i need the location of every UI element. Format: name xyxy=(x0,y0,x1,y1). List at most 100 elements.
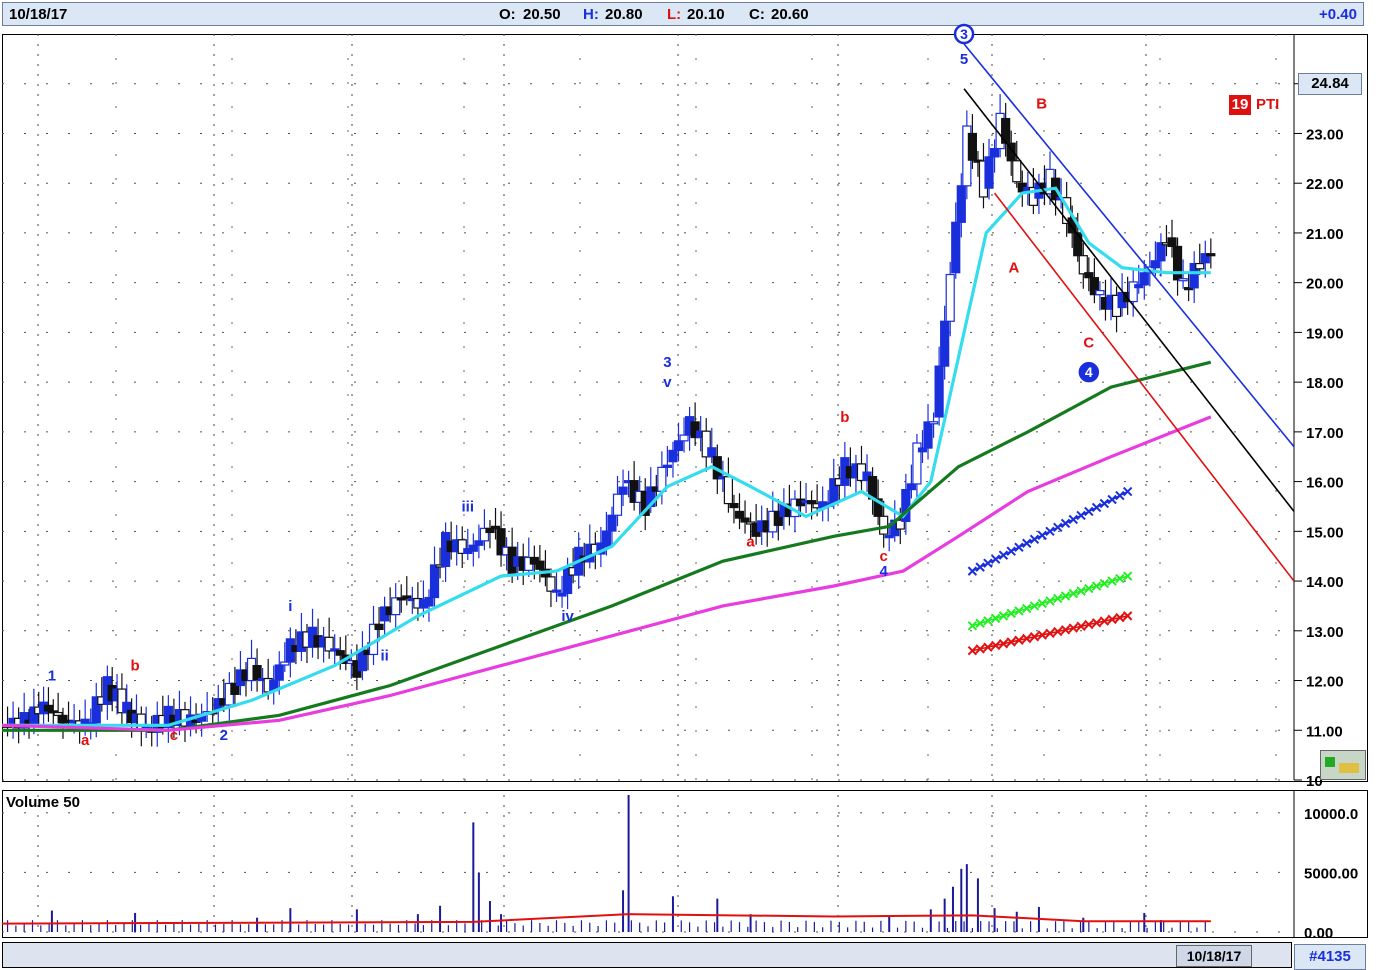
candle-body xyxy=(274,664,284,681)
projection-marker xyxy=(1115,573,1125,584)
candle-body xyxy=(984,156,994,189)
y-tick-label: 12.00 xyxy=(1306,674,1344,691)
candle-body xyxy=(1139,272,1149,286)
candle-body xyxy=(335,650,345,656)
projection-marker xyxy=(1107,576,1117,586)
projection-marker xyxy=(1068,588,1079,599)
wave-label: 3 xyxy=(663,354,671,371)
projection-marker xyxy=(1084,583,1094,594)
y-tick-label: 15.00 xyxy=(1306,524,1344,541)
y-tick-label: 13.00 xyxy=(1306,624,1344,641)
candle-body xyxy=(1206,253,1216,257)
y-tick-label: 20.00 xyxy=(1306,276,1344,293)
candle-body xyxy=(679,434,689,442)
channel-line-red xyxy=(993,192,1295,582)
projection-marker xyxy=(1037,530,1047,541)
projection-marker xyxy=(1122,486,1133,497)
candle-body xyxy=(424,596,434,607)
wave-label: v xyxy=(663,374,672,391)
projection-marker xyxy=(1053,522,1063,533)
projection-marker xyxy=(998,550,1009,560)
candle-body xyxy=(252,665,262,681)
projection-marker xyxy=(1091,502,1102,513)
candle-body xyxy=(967,132,977,161)
wave-label: A xyxy=(1009,260,1020,277)
wave-label: 2 xyxy=(220,727,228,744)
candle-body xyxy=(612,493,623,516)
candle-body xyxy=(934,365,944,418)
y-tick-label: 17.00 xyxy=(1306,425,1344,442)
projection-marker xyxy=(998,611,1009,621)
volume-tick-label: 5000.00 xyxy=(1304,865,1358,882)
y-tick-label: 11.00 xyxy=(1306,723,1343,740)
time-axis-bar xyxy=(2,942,1292,968)
candle-body xyxy=(668,449,678,463)
candle-body xyxy=(1073,232,1083,257)
projection-marker xyxy=(1006,608,1016,619)
candle-body xyxy=(618,486,628,495)
wave-label: C xyxy=(1083,334,1094,351)
candle-body xyxy=(1150,260,1160,269)
chart-thumbnail-icon[interactable] xyxy=(1320,750,1366,780)
candle-body xyxy=(906,483,916,491)
wave-label: 1 xyxy=(48,668,56,685)
projection-marker xyxy=(1076,510,1086,521)
projection-marker xyxy=(1060,591,1071,601)
projection-marker xyxy=(1022,603,1032,614)
projection-marker xyxy=(1115,490,1125,501)
y-tick-label: 22.00 xyxy=(1306,176,1344,193)
candle-body xyxy=(940,320,950,367)
projection-marker xyxy=(1037,598,1047,609)
y-tick-label: 14.00 xyxy=(1306,574,1344,591)
candle-body xyxy=(1178,278,1188,282)
projection-marker xyxy=(1006,546,1016,556)
candle-body xyxy=(546,576,556,592)
y-tick-label: 21.00 xyxy=(1306,226,1344,243)
wave-label: c xyxy=(170,727,178,744)
projection-marker xyxy=(975,618,985,629)
wave-label: ii xyxy=(380,648,388,665)
projection-marker xyxy=(1014,542,1024,552)
candle-body xyxy=(928,421,939,425)
candle-body xyxy=(468,544,478,552)
volume-tick-label: 10000.0 xyxy=(1304,806,1358,823)
candle-body xyxy=(945,273,955,322)
candle-body xyxy=(956,185,966,223)
projection-marker xyxy=(1045,526,1055,537)
candle-body xyxy=(734,510,745,519)
wave-label: 5 xyxy=(960,51,968,68)
wave-label: 4 xyxy=(879,563,888,580)
projection-marker xyxy=(1014,606,1024,616)
pti-value: 19 xyxy=(1229,95,1251,115)
candle-body xyxy=(535,560,545,570)
wave-label: i xyxy=(288,598,292,615)
candle-body xyxy=(1095,289,1105,296)
volume-tick-label: 0.00 xyxy=(1304,925,1333,942)
projection-marker xyxy=(975,562,985,572)
candle-body xyxy=(879,515,889,535)
projection-marker xyxy=(1084,506,1094,517)
candle-body xyxy=(662,464,673,468)
projection-marker xyxy=(990,554,1001,564)
circled-wave-label: 4 xyxy=(1085,364,1093,380)
candle-body xyxy=(729,502,739,509)
candle-body xyxy=(673,440,684,452)
candle-body xyxy=(707,447,717,458)
candle-body xyxy=(1078,255,1088,275)
projection-marker xyxy=(1029,601,1040,611)
projection-marker xyxy=(1060,518,1071,529)
wave-label: b xyxy=(840,409,849,426)
projection-marker xyxy=(1029,534,1040,544)
last-price-badge: 24.84 xyxy=(1298,73,1362,95)
projection-marker xyxy=(1107,494,1117,505)
candle-body xyxy=(374,623,384,631)
wave-label: iv xyxy=(561,608,574,625)
projection-marker xyxy=(1068,514,1079,525)
moving-average-slow xyxy=(1,415,1212,732)
pti-label: PTI xyxy=(1256,96,1280,113)
wave-label: B xyxy=(1036,96,1047,113)
y-tick-label: 18.00 xyxy=(1306,375,1344,392)
projection-marker xyxy=(990,613,1001,624)
y-tick-label: 19.00 xyxy=(1306,325,1344,342)
candle-body xyxy=(951,221,961,274)
